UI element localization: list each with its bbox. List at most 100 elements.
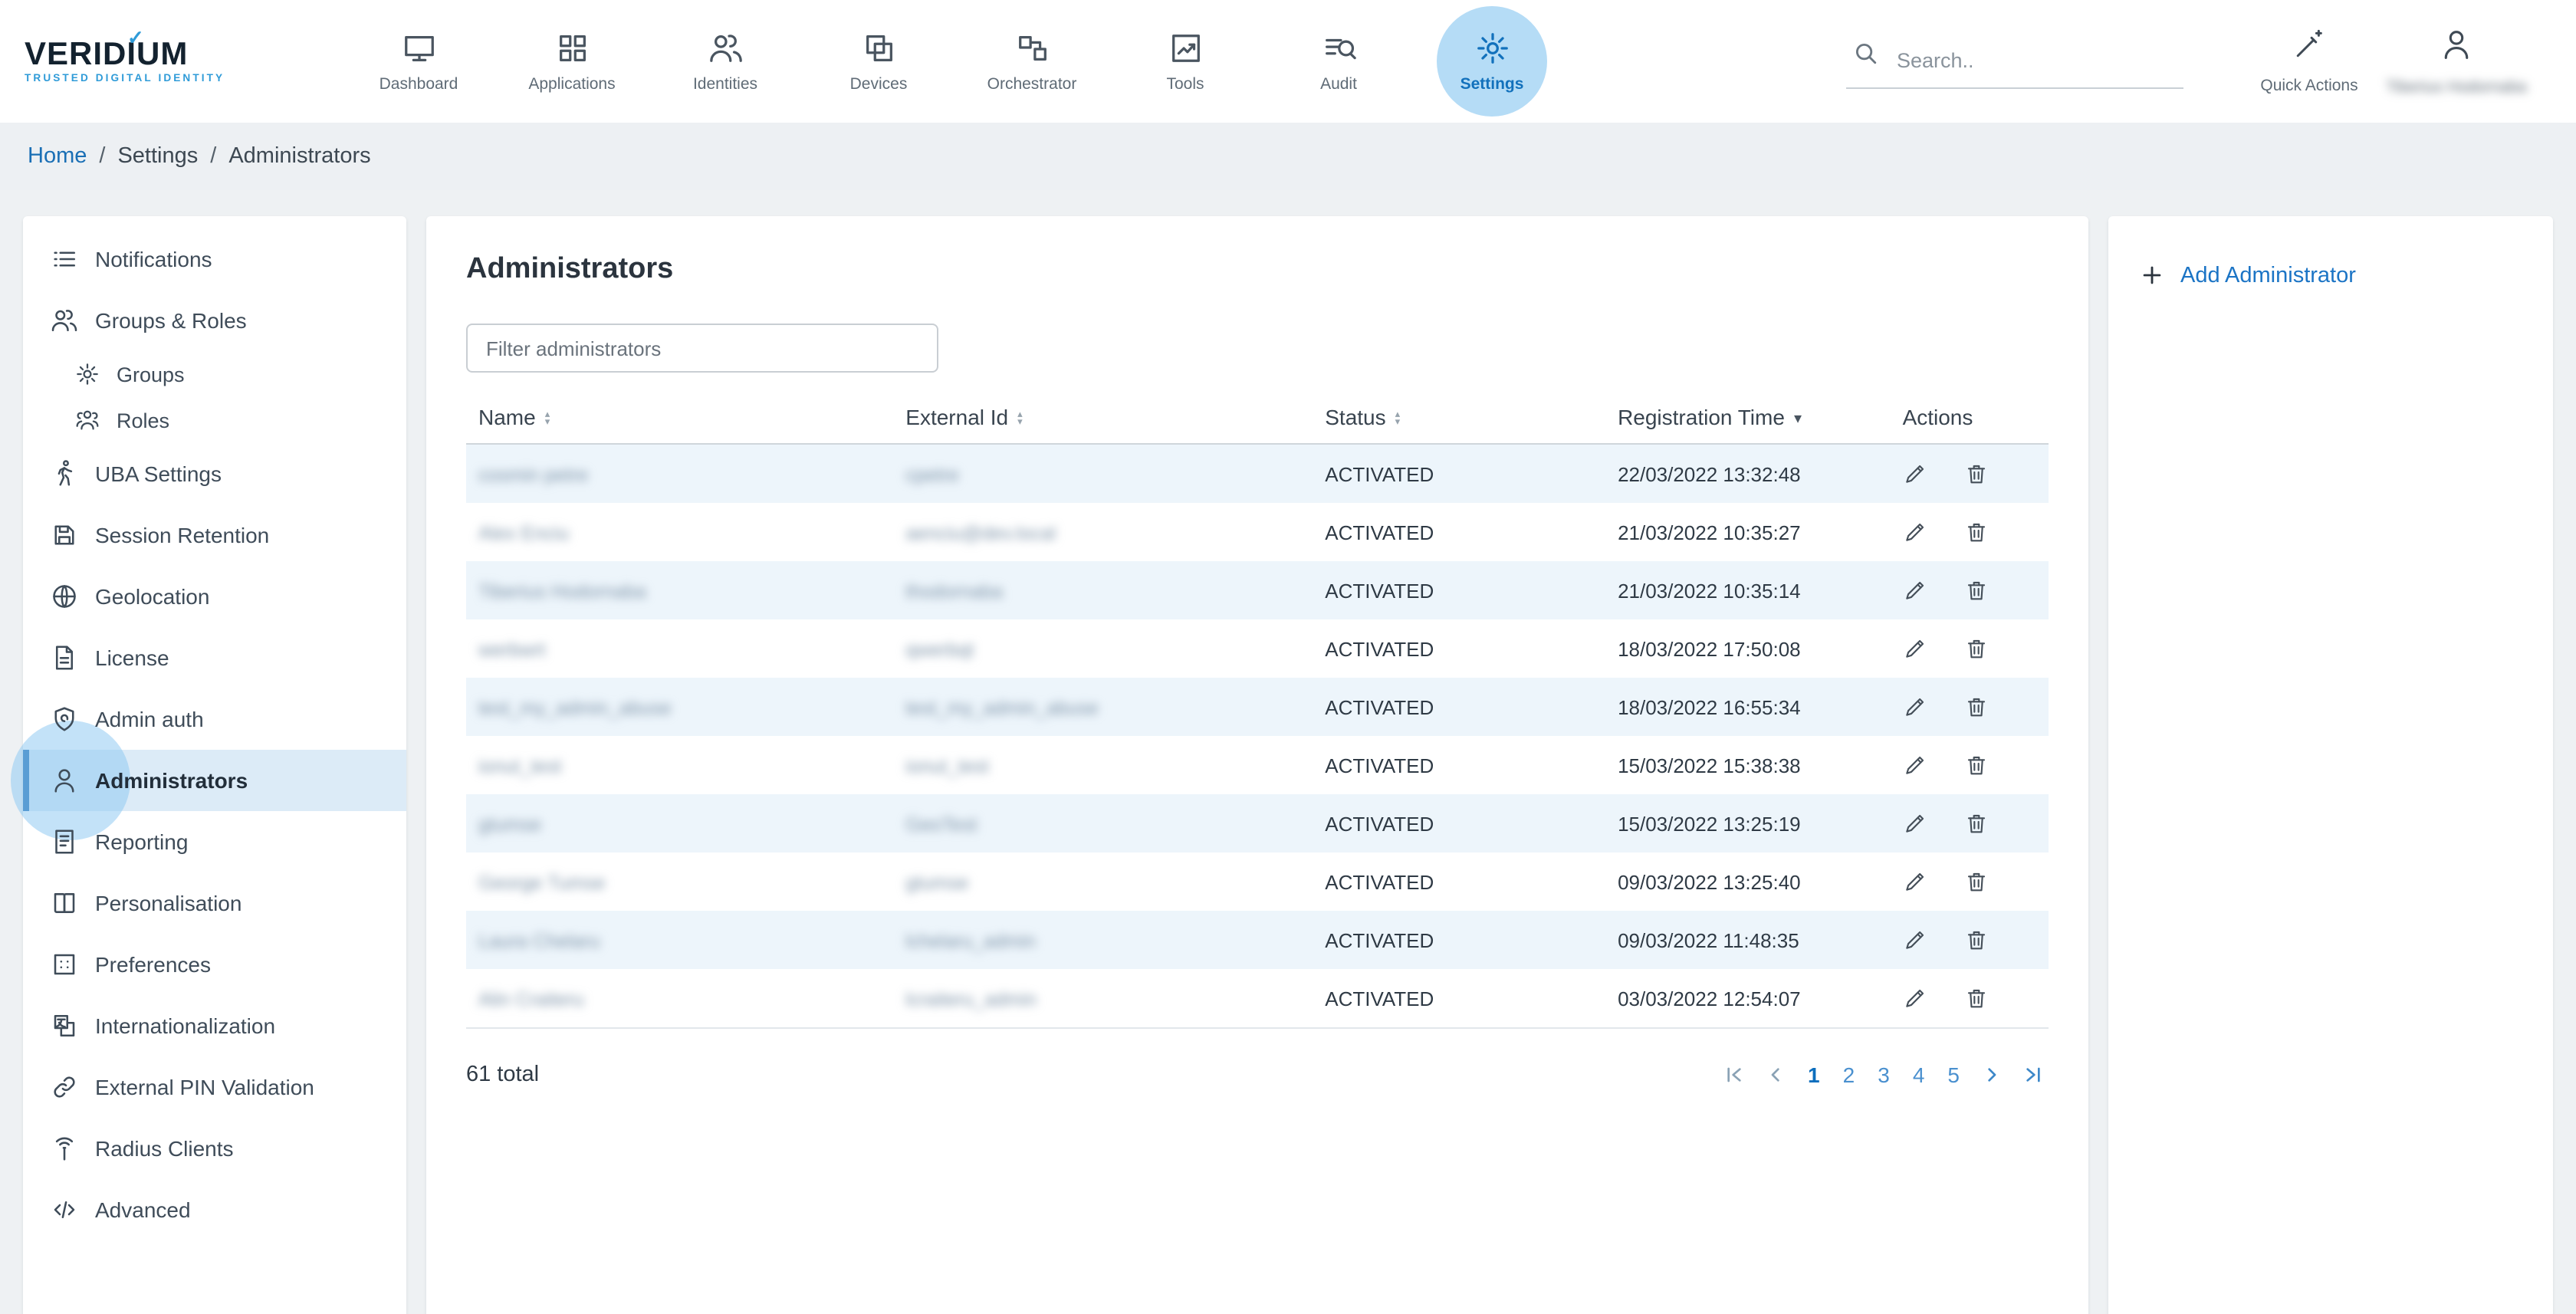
nav-item-devices[interactable]: Devices [802,0,955,123]
delete-button[interactable] [1964,695,1989,720]
admin-name: gtumse [478,813,541,835]
settings-sidebar: NotificationsGroups & RolesGroupsRolesUB… [23,216,406,1314]
admin-name: werbwrt [478,639,546,660]
edit-button[interactable] [1903,870,1927,895]
sidebar-item-personalisation[interactable]: Personalisation [23,872,406,934]
pagination-next-button[interactable] [1976,1059,2007,1090]
pagination-page-3[interactable]: 3 [1871,1063,1896,1087]
edit-button[interactable] [1903,695,1927,720]
cell-actions [1891,619,2049,678]
nav-item-orchestrator[interactable]: Orchestrator [955,0,1109,123]
sidebar-item-administrators[interactable]: Administrators [23,750,406,811]
filter-administrators-input[interactable] [466,324,938,373]
delete-button[interactable] [1964,987,1989,1011]
add-administrator-button[interactable]: Add Administrator [2139,262,2522,288]
brand-check-icon: ✓ [127,26,144,51]
cell-external-id: cpetre [893,444,1313,503]
breadcrumb-separator: / [210,144,216,169]
nav-item-tools[interactable]: Tools [1109,0,1262,123]
delete-button[interactable] [1964,579,1989,603]
top-bar: VERIDIUM ✓ TRUSTED DIGITAL IDENTITY Dash… [0,0,2576,123]
breadcrumb-home[interactable]: Home [28,144,87,169]
administrators-table: Name▴▾ External Id ▴▾ Status▴▾Registration … [466,391,2049,1029]
edit-button[interactable] [1903,987,1927,1011]
search-input[interactable] [1894,48,2142,74]
delete-button[interactable] [1964,462,1989,487]
save-icon [51,521,78,549]
cell-status: ACTIVATED [1313,444,1605,503]
pagination-prev-button[interactable] [1760,1059,1791,1090]
cell-actions [1891,911,2049,969]
quick-actions-button[interactable]: Quick Actions [2236,0,2383,123]
column-header-external-id[interactable]: External Id ▴▾ [893,391,1313,444]
user-menu[interactable]: Tiberius Hodornaba [2383,0,2530,123]
cell-status: ACTIVATED [1313,911,1605,969]
pagination-first-button[interactable] [1719,1059,1750,1090]
sidebar-item-session-retention[interactable]: Session Retention [23,504,406,566]
sidebar-item-geolocation[interactable]: Geolocation [23,566,406,627]
plus-icon [2139,262,2165,288]
edit-button[interactable] [1903,521,1927,545]
table-row: Alex Enciuaenciu@dev.localACTIVATED21/03… [466,503,2049,561]
cell-registration-time: 15/03/2022 15:38:38 [1605,736,1891,794]
edit-button[interactable] [1903,637,1927,662]
sidebar-item-label: Radius Clients [95,1136,234,1161]
edit-button[interactable] [1903,812,1927,836]
delete-button[interactable] [1964,754,1989,778]
pagination-page-2[interactable]: 2 [1837,1063,1861,1087]
edit-button[interactable] [1903,754,1927,778]
column-header-registration-time[interactable]: Registration Time▾ [1605,391,1891,444]
sort-icon: ▴▾ [1017,411,1023,428]
gear-icon [75,362,100,386]
delete-button[interactable] [1964,928,1989,953]
breadcrumb-settings: Settings [117,144,198,169]
sidebar-item-preferences[interactable]: Preferences [23,934,406,995]
column-header-status[interactable]: Status▴▾ [1313,391,1605,444]
sidebar-item-admin-auth[interactable]: Admin auth [23,688,406,750]
column-header-label: External Id [905,405,1008,429]
sidebar-item-groups-roles[interactable]: Groups & Roles [23,290,406,351]
sidebar-item-groups[interactable]: Groups [23,351,406,397]
sidebar-item-notifications[interactable]: Notifications [23,228,406,290]
nav-item-audit[interactable]: Audit [1262,0,1415,123]
admin-external-id: ionut_test [905,755,988,777]
delete-button[interactable] [1964,637,1989,662]
actions-panel: Add Administrator [2108,216,2553,1314]
edit-button[interactable] [1903,579,1927,603]
sidebar-item-external-pin-validation[interactable]: External PIN Validation [23,1056,406,1118]
edit-button[interactable] [1903,462,1927,487]
delete-button[interactable] [1964,521,1989,545]
cell-actions [1891,736,2049,794]
sidebar-item-uba-settings[interactable]: UBA Settings [23,443,406,504]
sidebar-item-reporting[interactable]: Reporting [23,811,406,872]
search-icon [1852,40,1878,74]
delete-button[interactable] [1964,870,1989,895]
nav-item-dashboard[interactable]: Dashboard [342,0,495,123]
sidebar-item-label: Preferences [95,952,211,977]
nav-item-label: Dashboard [380,74,458,93]
user-avatar-icon [2440,27,2473,68]
nav-item-settings[interactable]: Settings [1415,0,1569,123]
pagination-last-button[interactable] [2018,1059,2049,1090]
sidebar-item-radius-clients[interactable]: Radius Clients [23,1118,406,1179]
pagination-page-1[interactable]: 1 [1802,1063,1826,1087]
sidebar-item-license[interactable]: License [23,627,406,688]
sidebar-item-internationalization[interactable]: Internationalization [23,995,406,1056]
delete-button[interactable] [1964,812,1989,836]
sidebar-item-roles[interactable]: Roles [23,397,406,443]
sidebar-item-advanced[interactable]: Advanced [23,1179,406,1240]
edit-button[interactable] [1903,928,1927,953]
book-icon [51,889,78,917]
column-header-name[interactable]: Name▴▾ [466,391,893,444]
brand-logo[interactable]: VERIDIUM ✓ TRUSTED DIGITAL IDENTITY [25,38,293,84]
cell-name: cosmin petre [466,444,893,503]
nav-item-applications[interactable]: Applications [495,0,649,123]
sidebar-item-label: Internationalization [95,1013,275,1038]
cell-actions [1891,794,2049,852]
pagination-page-5[interactable]: 5 [1941,1063,1966,1087]
pagination-page-4[interactable]: 4 [1907,1063,1931,1087]
lang-icon [51,1012,78,1040]
admin-external-id: test_my_admin_abuse [905,697,1099,718]
devices-icon [861,30,896,65]
nav-item-identities[interactable]: Identities [649,0,802,123]
